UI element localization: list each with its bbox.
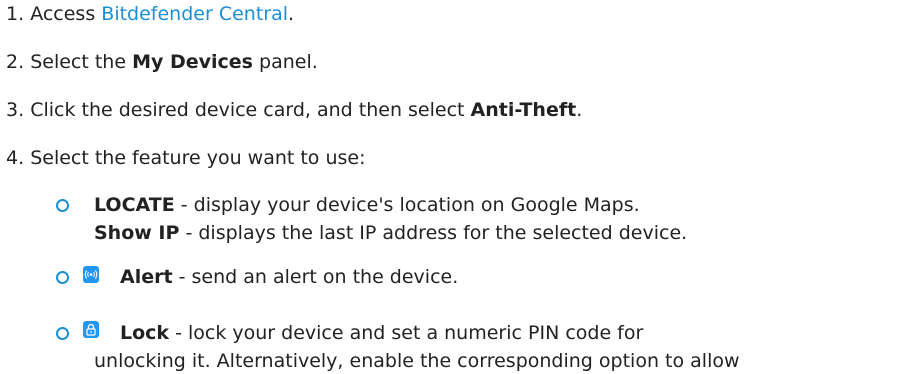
step-text-end: .	[288, 3, 295, 25]
feature-show-ip: Show IP - displays the last IP address f…	[94, 221, 687, 245]
step-2: 2. Select the My Devices panel.	[6, 50, 318, 74]
feature-text: - displays the last IP address for the s…	[179, 222, 688, 244]
step-bold: Anti-Theft	[470, 99, 577, 121]
step-1: 1. Access Bitdefender Central.	[6, 2, 294, 26]
feature-text: - display your device's location on Goog…	[174, 194, 640, 216]
step-number: 3.	[6, 99, 25, 121]
feature-text: - lock your device and set a numeric PIN…	[169, 322, 644, 344]
feature-lock-continued: unlocking it. Alternatively, enable the …	[94, 349, 740, 373]
alert-signal-icon	[83, 266, 99, 283]
step-4: 4. Select the feature you want to use:	[6, 146, 366, 170]
bullet-circle-icon	[56, 271, 69, 284]
step-text: Click the desired device card, and then …	[30, 99, 471, 121]
step-number: 4.	[6, 147, 25, 169]
instructions-document: 1. Access Bitdefender Central. 2. Select…	[0, 0, 905, 374]
feature-text: unlocking it. Alternatively, enable the …	[94, 350, 740, 372]
feature-lock: Lock - lock your device and set a numeri…	[120, 321, 643, 345]
bullet-circle-icon	[56, 199, 69, 212]
feature-title: LOCATE	[94, 194, 175, 216]
step-3: 3. Click the desired device card, and th…	[6, 98, 582, 122]
feature-title: Show IP	[94, 222, 180, 244]
step-text: Access	[30, 3, 102, 25]
bitdefender-central-link[interactable]: Bitdefender Central	[101, 3, 288, 25]
bullet-circle-icon	[56, 327, 69, 340]
step-number: 2.	[6, 51, 25, 73]
feature-locate: LOCATE - display your device's location …	[94, 193, 640, 217]
feature-alert: Alert - send an alert on the device.	[120, 265, 458, 289]
step-text: Select the feature you want to use:	[30, 147, 366, 169]
feature-text: - send an alert on the device.	[172, 266, 459, 288]
step-text-end: .	[576, 99, 583, 121]
step-number: 1.	[6, 3, 25, 25]
step-bold: My Devices	[132, 51, 253, 73]
feature-title: Alert	[120, 266, 173, 288]
feature-title: Lock	[120, 322, 170, 344]
padlock-icon	[83, 321, 99, 338]
step-text-end: panel.	[252, 51, 318, 73]
step-text: Select the	[30, 51, 133, 73]
